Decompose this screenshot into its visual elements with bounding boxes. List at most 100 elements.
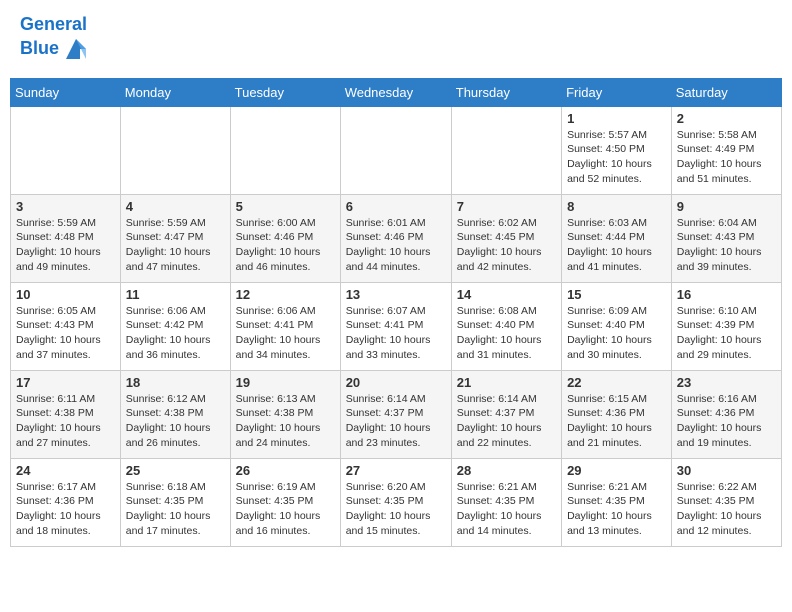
calendar-cell: 12 Sunrise: 6:06 AMSunset: 4:41 PMDayligh… — [230, 282, 340, 370]
day-number: 19 — [236, 375, 335, 390]
day-number: 9 — [677, 199, 776, 214]
calendar-cell: 2 Sunrise: 5:58 AMSunset: 4:49 PMDaylight… — [671, 106, 781, 194]
day-info: Sunrise: 6:12 AMSunset: 4:38 PMDaylight:… — [126, 392, 225, 451]
day-number: 13 — [346, 287, 446, 302]
day-number: 12 — [236, 287, 335, 302]
calendar-cell: 20Sunrise: 6:14 AMSunset: 4:37 PMDayligh… — [340, 370, 451, 458]
calendar-cell: 24Sunrise: 6:17 AMSunset: 4:36 PMDayligh… — [11, 458, 121, 546]
calendar-cell: 21 Sunrise: 6:14 AMSunset: 4:37 PMDayligh… — [451, 370, 561, 458]
day-number: 5 — [236, 199, 335, 214]
calendar-cell — [11, 106, 121, 194]
calendar-week-row: 24Sunrise: 6:17 AMSunset: 4:36 PMDayligh… — [11, 458, 782, 546]
calendar-cell: 23 Sunrise: 6:16 AMSunset: 4:36 PMDayligh… — [671, 370, 781, 458]
calendar-cell — [230, 106, 340, 194]
day-number: 27 — [346, 463, 446, 478]
day-number: 11 — [126, 287, 225, 302]
calendar-cell: 8 Sunrise: 6:03 AMSunset: 4:44 PMDaylight… — [562, 194, 672, 282]
calendar-week-row: 3Sunrise: 5:59 AMSunset: 4:48 PMDaylight… — [11, 194, 782, 282]
day-info: Sunrise: 6:21 AMSunset: 4:35 PMDaylight:… — [457, 480, 556, 539]
day-number: 25 — [126, 463, 225, 478]
day-info: Sunrise: 6:18 AMSunset: 4:35 PMDaylight:… — [126, 480, 225, 539]
calendar-cell: 7 Sunrise: 6:02 AMSunset: 4:45 PMDaylight… — [451, 194, 561, 282]
day-info: Sunrise: 6:02 AMSunset: 4:45 PMDaylight:… — [457, 216, 556, 275]
day-info: Sunrise: 6:05 AMSunset: 4:43 PMDaylight:… — [16, 304, 115, 363]
calendar-table: SundayMondayTuesdayWednesdayThursdayFrid… — [10, 78, 782, 547]
calendar-cell: 10 Sunrise: 6:05 AMSunset: 4:43 PMDayligh… — [11, 282, 121, 370]
calendar-cell — [451, 106, 561, 194]
calendar-cell: 16 Sunrise: 6:10 AMSunset: 4:39 PMDayligh… — [671, 282, 781, 370]
calendar-cell: 15 Sunrise: 6:09 AMSunset: 4:40 PMDayligh… — [562, 282, 672, 370]
day-number: 17 — [16, 375, 115, 390]
calendar-cell: 25 Sunrise: 6:18 AMSunset: 4:35 PMDayligh… — [120, 458, 230, 546]
calendar-cell — [340, 106, 451, 194]
logo-text-blue: Blue — [20, 35, 90, 63]
day-info: Sunrise: 5:59 AMSunset: 4:47 PMDaylight:… — [126, 216, 225, 275]
day-info: Sunrise: 6:20 AMSunset: 4:35 PMDaylight:… — [346, 480, 446, 539]
calendar-cell: 19Sunrise: 6:13 AMSunset: 4:38 PMDayligh… — [230, 370, 340, 458]
day-number: 8 — [567, 199, 666, 214]
calendar-cell: 14 Sunrise: 6:08 AMSunset: 4:40 PMDayligh… — [451, 282, 561, 370]
day-of-week-header: Thursday — [451, 78, 561, 106]
day-info: Sunrise: 6:11 AMSunset: 4:38 PMDaylight:… — [16, 392, 115, 451]
day-info: Sunrise: 6:09 AMSunset: 4:40 PMDaylight:… — [567, 304, 666, 363]
calendar-cell: 9 Sunrise: 6:04 AMSunset: 4:43 PMDaylight… — [671, 194, 781, 282]
page-header: General Blue — [10, 10, 782, 68]
day-number: 2 — [677, 111, 776, 126]
calendar-cell: 1Sunrise: 5:57 AMSunset: 4:50 PMDaylight… — [562, 106, 672, 194]
day-of-week-header: Monday — [120, 78, 230, 106]
calendar-header-row: SundayMondayTuesdayWednesdayThursdayFrid… — [11, 78, 782, 106]
logo: General Blue — [20, 15, 90, 63]
day-info: Sunrise: 5:57 AMSunset: 4:50 PMDaylight:… — [567, 128, 666, 187]
calendar-cell: 4 Sunrise: 5:59 AMSunset: 4:47 PMDaylight… — [120, 194, 230, 282]
day-number: 10 — [16, 287, 115, 302]
day-of-week-header: Friday — [562, 78, 672, 106]
day-info: Sunrise: 6:04 AMSunset: 4:43 PMDaylight:… — [677, 216, 776, 275]
day-number: 21 — [457, 375, 556, 390]
day-number: 15 — [567, 287, 666, 302]
calendar-cell — [120, 106, 230, 194]
calendar-cell: 28Sunrise: 6:21 AMSunset: 4:35 PMDayligh… — [451, 458, 561, 546]
day-number: 23 — [677, 375, 776, 390]
day-info: Sunrise: 6:01 AMSunset: 4:46 PMDaylight:… — [346, 216, 446, 275]
calendar-cell: 13 Sunrise: 6:07 AMSunset: 4:41 PMDayligh… — [340, 282, 451, 370]
day-info: Sunrise: 6:06 AMSunset: 4:41 PMDaylight:… — [236, 304, 335, 363]
day-number: 16 — [677, 287, 776, 302]
day-info: Sunrise: 6:14 AMSunset: 4:37 PMDaylight:… — [457, 392, 556, 451]
day-number: 7 — [457, 199, 556, 214]
day-number: 3 — [16, 199, 115, 214]
day-info: Sunrise: 6:03 AMSunset: 4:44 PMDaylight:… — [567, 216, 666, 275]
day-info: Sunrise: 6:16 AMSunset: 4:36 PMDaylight:… — [677, 392, 776, 451]
day-info: Sunrise: 6:10 AMSunset: 4:39 PMDaylight:… — [677, 304, 776, 363]
day-info: Sunrise: 6:21 AMSunset: 4:35 PMDaylight:… — [567, 480, 666, 539]
day-info: Sunrise: 5:58 AMSunset: 4:49 PMDaylight:… — [677, 128, 776, 187]
day-number: 30 — [677, 463, 776, 478]
day-number: 18 — [126, 375, 225, 390]
day-info: Sunrise: 6:07 AMSunset: 4:41 PMDaylight:… — [346, 304, 446, 363]
logo-icon — [62, 35, 90, 63]
logo-text: General — [20, 15, 90, 35]
day-info: Sunrise: 6:19 AMSunset: 4:35 PMDaylight:… — [236, 480, 335, 539]
calendar-cell: 17 Sunrise: 6:11 AMSunset: 4:38 PMDayligh… — [11, 370, 121, 458]
day-info: Sunrise: 6:08 AMSunset: 4:40 PMDaylight:… — [457, 304, 556, 363]
calendar-cell: 26 Sunrise: 6:19 AMSunset: 4:35 PMDayligh… — [230, 458, 340, 546]
day-info: Sunrise: 6:06 AMSunset: 4:42 PMDaylight:… — [126, 304, 225, 363]
calendar-week-row: 1Sunrise: 5:57 AMSunset: 4:50 PMDaylight… — [11, 106, 782, 194]
day-info: Sunrise: 6:00 AMSunset: 4:46 PMDaylight:… — [236, 216, 335, 275]
day-info: Sunrise: 6:22 AMSunset: 4:35 PMDaylight:… — [677, 480, 776, 539]
day-number: 26 — [236, 463, 335, 478]
day-info: Sunrise: 6:17 AMSunset: 4:36 PMDaylight:… — [16, 480, 115, 539]
calendar-cell: 18 Sunrise: 6:12 AMSunset: 4:38 PMDayligh… — [120, 370, 230, 458]
day-number: 29 — [567, 463, 666, 478]
calendar-week-row: 10 Sunrise: 6:05 AMSunset: 4:43 PMDayligh… — [11, 282, 782, 370]
day-of-week-header: Wednesday — [340, 78, 451, 106]
day-number: 22 — [567, 375, 666, 390]
day-of-week-header: Saturday — [671, 78, 781, 106]
day-info: Sunrise: 6:15 AMSunset: 4:36 PMDaylight:… — [567, 392, 666, 451]
day-number: 4 — [126, 199, 225, 214]
calendar-cell: 22 Sunrise: 6:15 AMSunset: 4:36 PMDayligh… — [562, 370, 672, 458]
calendar-cell: 11 Sunrise: 6:06 AMSunset: 4:42 PMDayligh… — [120, 282, 230, 370]
day-of-week-header: Tuesday — [230, 78, 340, 106]
day-number: 14 — [457, 287, 556, 302]
calendar-week-row: 17 Sunrise: 6:11 AMSunset: 4:38 PMDayligh… — [11, 370, 782, 458]
calendar-cell: 29 Sunrise: 6:21 AMSunset: 4:35 PMDayligh… — [562, 458, 672, 546]
